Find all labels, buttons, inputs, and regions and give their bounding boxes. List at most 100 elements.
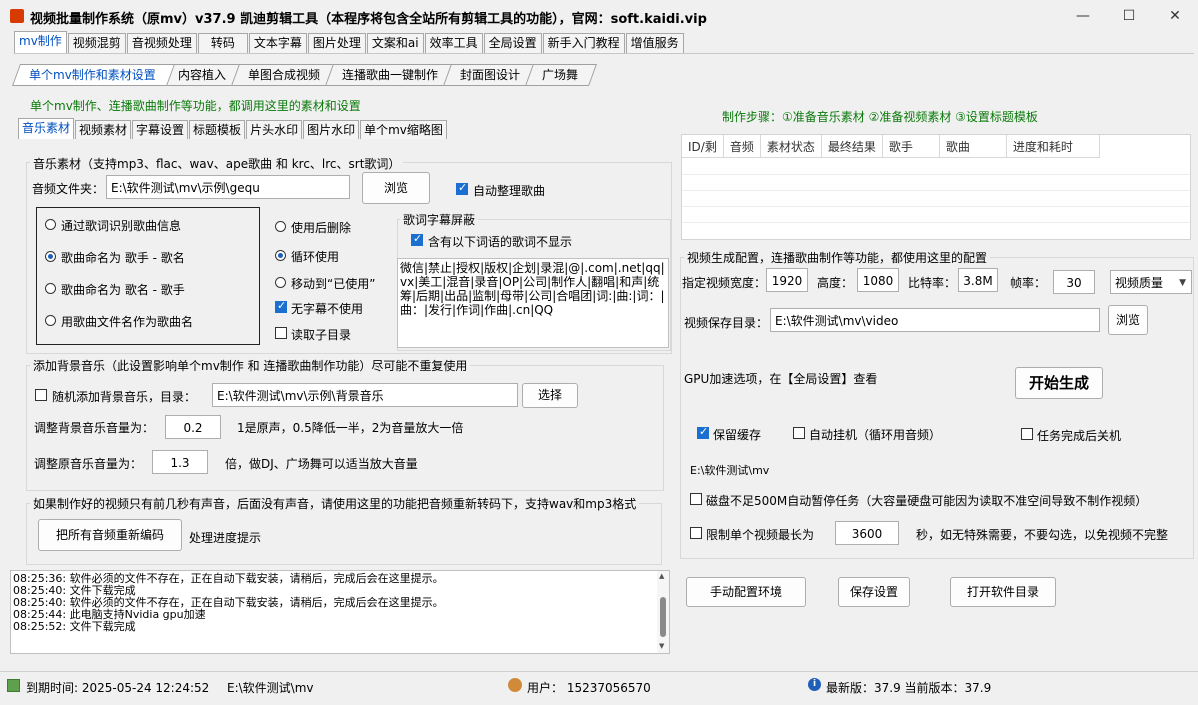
audio-browse-button[interactable]: 浏览	[362, 172, 430, 204]
log-scrollbar[interactable]: ▲ ▼	[657, 571, 669, 653]
naming-title-artist-radio[interactable]	[45, 283, 56, 294]
no-subtitle-skip-checkbox[interactable]	[275, 299, 287, 313]
tab-mv[interactable]: mv制作	[14, 31, 67, 53]
col-final-result[interactable]: 最终结果	[821, 135, 883, 158]
limit-length-checkbox[interactable]	[690, 527, 702, 539]
after-delete-radio[interactable]	[275, 221, 286, 232]
naming-artist-title-radio[interactable]	[45, 251, 56, 262]
tab-copy-ai[interactable]: 文案和ai	[366, 33, 424, 53]
after-loop-radio[interactable]	[275, 250, 286, 261]
subtab-single-image-video[interactable]: 单图合成视频	[230, 64, 339, 86]
reencode-progress-text: 处理进度提示	[189, 531, 262, 545]
limit-length-label: 限制单个视频最长为	[706, 528, 815, 542]
auto-hang-label: 自动挂机（循环用音频）	[809, 428, 942, 442]
auto-hang-checkbox[interactable]	[793, 427, 805, 439]
open-software-dir-button[interactable]: 打开软件目录	[950, 577, 1056, 607]
bg-volume-input[interactable]: 0.2	[165, 415, 221, 439]
fps-input[interactable]: 30	[1053, 270, 1095, 294]
tab-intro-watermark[interactable]: 片头水印	[246, 120, 303, 139]
quality-value: 视频质量	[1115, 276, 1164, 290]
col-artist[interactable]: 歌手	[882, 135, 940, 158]
bitrate-input[interactable]: 3.8M	[958, 268, 998, 292]
window-title: 视频批量制作系统（原mv）v37.9 凯迪剪辑工具（本程序将包含全站所有剪辑工具…	[30, 12, 707, 27]
subtab-continuous-songs[interactable]: 连播歌曲一键制作	[324, 64, 457, 86]
orig-volume-hint: 倍，做DJ、广场舞可以适当放大音量	[225, 457, 418, 471]
orig-volume-input[interactable]: 1.3	[152, 450, 208, 474]
bgm-select-button[interactable]: 选择	[522, 383, 578, 408]
save-dir-input[interactable]: E:\软件测试\mv\video	[770, 308, 1100, 332]
app-logo-icon	[10, 9, 24, 23]
no-subtitle-skip-label: 无字幕不使用	[291, 302, 364, 316]
tab-global-settings[interactable]: 全局设置	[483, 33, 542, 53]
tab-title-template[interactable]: 标题模板	[189, 120, 246, 139]
task-table-header: ID/剩 音频 素材状态 最终结果 歌手 歌曲 进度和耗时	[682, 135, 1100, 158]
keep-cache-label: 保留缓存	[713, 428, 762, 442]
tab-subtitle-settings[interactable]: 字幕设置	[132, 120, 189, 139]
shutdown-checkbox[interactable]	[1021, 428, 1033, 440]
tab-image-watermark[interactable]: 图片水印	[303, 120, 360, 139]
intro-text: 单个mv制作、连播歌曲制作等功能，都调用这里的素材和设置	[30, 99, 361, 113]
col-audio[interactable]: 音频	[723, 135, 761, 158]
col-progress[interactable]: 进度和耗时	[1006, 135, 1100, 158]
tab-av-process[interactable]: 音视频处理	[126, 33, 197, 53]
music-group-legend: 音乐素材（支持mp3、flac、wav、ape歌曲 和 krc、lrc、srt歌…	[30, 155, 404, 172]
info-icon: i	[808, 678, 821, 691]
quality-select[interactable]: 视频质量 ▼	[1110, 270, 1192, 294]
limit-length-input[interactable]: 3600	[835, 521, 899, 545]
subtab-cover-design[interactable]: 封面图设计	[442, 64, 539, 86]
scroll-down-icon[interactable]: ▼	[659, 642, 664, 650]
auto-organize-checkbox[interactable]	[456, 181, 468, 195]
read-subdir-checkbox[interactable]	[275, 327, 287, 339]
scroll-up-icon[interactable]: ▲	[659, 572, 664, 580]
video-config-legend: 视频生成配置，连播歌曲制作等功能，都使用这里的配置	[684, 249, 991, 266]
tab-value-added[interactable]: 增值服务	[625, 33, 684, 53]
manual-env-button[interactable]: 手动配置环境	[686, 577, 806, 607]
keep-cache-checkbox[interactable]	[697, 425, 709, 439]
subtab-label: 单个mv制作和素材设置	[29, 68, 156, 82]
reencode-audio-button[interactable]: 把所有音频重新编码	[38, 519, 182, 551]
user-icon	[508, 678, 522, 692]
save-settings-button[interactable]: 保存设置	[838, 577, 910, 607]
tab-efficiency[interactable]: 效率工具	[424, 33, 483, 53]
disk-pause-label: 磁盘不足500M自动暂停任务（大容量硬盘可能因为读取不准空间导致不制作视频）	[706, 494, 1148, 508]
col-id[interactable]: ID/剩	[682, 135, 724, 158]
lyric-mask-label: 含有以下词语的歌词不显示	[428, 235, 573, 249]
tab-music-assets[interactable]: 音乐素材	[18, 118, 75, 139]
shutdown-label: 任务完成后关机	[1037, 429, 1122, 443]
naming-filename-radio[interactable]	[45, 315, 56, 326]
random-bgm-checkbox[interactable]	[35, 389, 47, 401]
tab-video-assets[interactable]: 视频素材	[75, 120, 132, 139]
col-song[interactable]: 歌曲	[939, 135, 1007, 158]
video-width-label: 指定视频宽度：	[682, 276, 767, 290]
tab-transcode[interactable]: 转码	[197, 33, 248, 53]
log-entry: 08:25:52: 文件下载完成	[13, 621, 667, 633]
save-dir-browse-button[interactable]: 浏览	[1108, 305, 1148, 335]
bgm-dir-input[interactable]: E:\软件测试\mv\示例\背景音乐	[212, 383, 518, 407]
start-generate-button[interactable]: 开始生成	[1015, 367, 1103, 399]
tab-mv-thumbnail[interactable]: 单个mv缩略图	[360, 120, 447, 139]
title-bar: 视频批量制作系统（原mv）v37.9 凯迪剪辑工具（本程序将包含全站所有剪辑工具…	[0, 0, 1198, 32]
lyric-mask-checkbox[interactable]	[411, 232, 423, 246]
inner-tab-bar: 音乐素材 视频素材 字幕设置 标题模板 片头水印 图片水印 单个mv缩略图	[18, 118, 448, 140]
tab-image-process[interactable]: 图片处理	[307, 33, 366, 53]
video-height-input[interactable]: 1080	[857, 268, 899, 292]
close-button[interactable]: ✕	[1152, 0, 1198, 32]
minimize-button[interactable]: —	[1060, 0, 1106, 32]
audio-folder-input[interactable]: E:\软件测试\mv\示例\gequ	[106, 175, 350, 199]
disk-pause-checkbox[interactable]	[690, 493, 702, 505]
lyric-mask-words-textarea[interactable]: 微信|禁止|授权|版权|企划|录混|@|.com|.net|qq|vx|美工|混…	[397, 258, 669, 348]
tab-beginner-guide[interactable]: 新手入门教程	[542, 33, 625, 53]
col-asset-status[interactable]: 素材状态	[760, 135, 822, 158]
naming-lyric-radio[interactable]	[45, 219, 56, 230]
subtab-square-dance[interactable]: 广场舞	[524, 64, 597, 86]
after-move-radio[interactable]	[275, 277, 286, 288]
scroll-thumb[interactable]	[660, 597, 666, 637]
tab-video-mix[interactable]: 视频混剪	[67, 33, 126, 53]
bg-volume-label: 调整背景音乐音量为：	[34, 421, 155, 435]
subtab-single-mv[interactable]: 单个mv制作和素材设置	[11, 64, 175, 86]
maximize-button[interactable]: ☐	[1106, 0, 1152, 32]
tab-text-subtitle[interactable]: 文本字幕	[248, 33, 307, 53]
status-bar: 到期时间: 2025-05-24 12:24:52 E:\软件测试\mv 用户：…	[0, 671, 1198, 705]
chevron-down-icon: ▼	[1179, 278, 1186, 288]
video-width-input[interactable]: 1920	[766, 268, 808, 292]
